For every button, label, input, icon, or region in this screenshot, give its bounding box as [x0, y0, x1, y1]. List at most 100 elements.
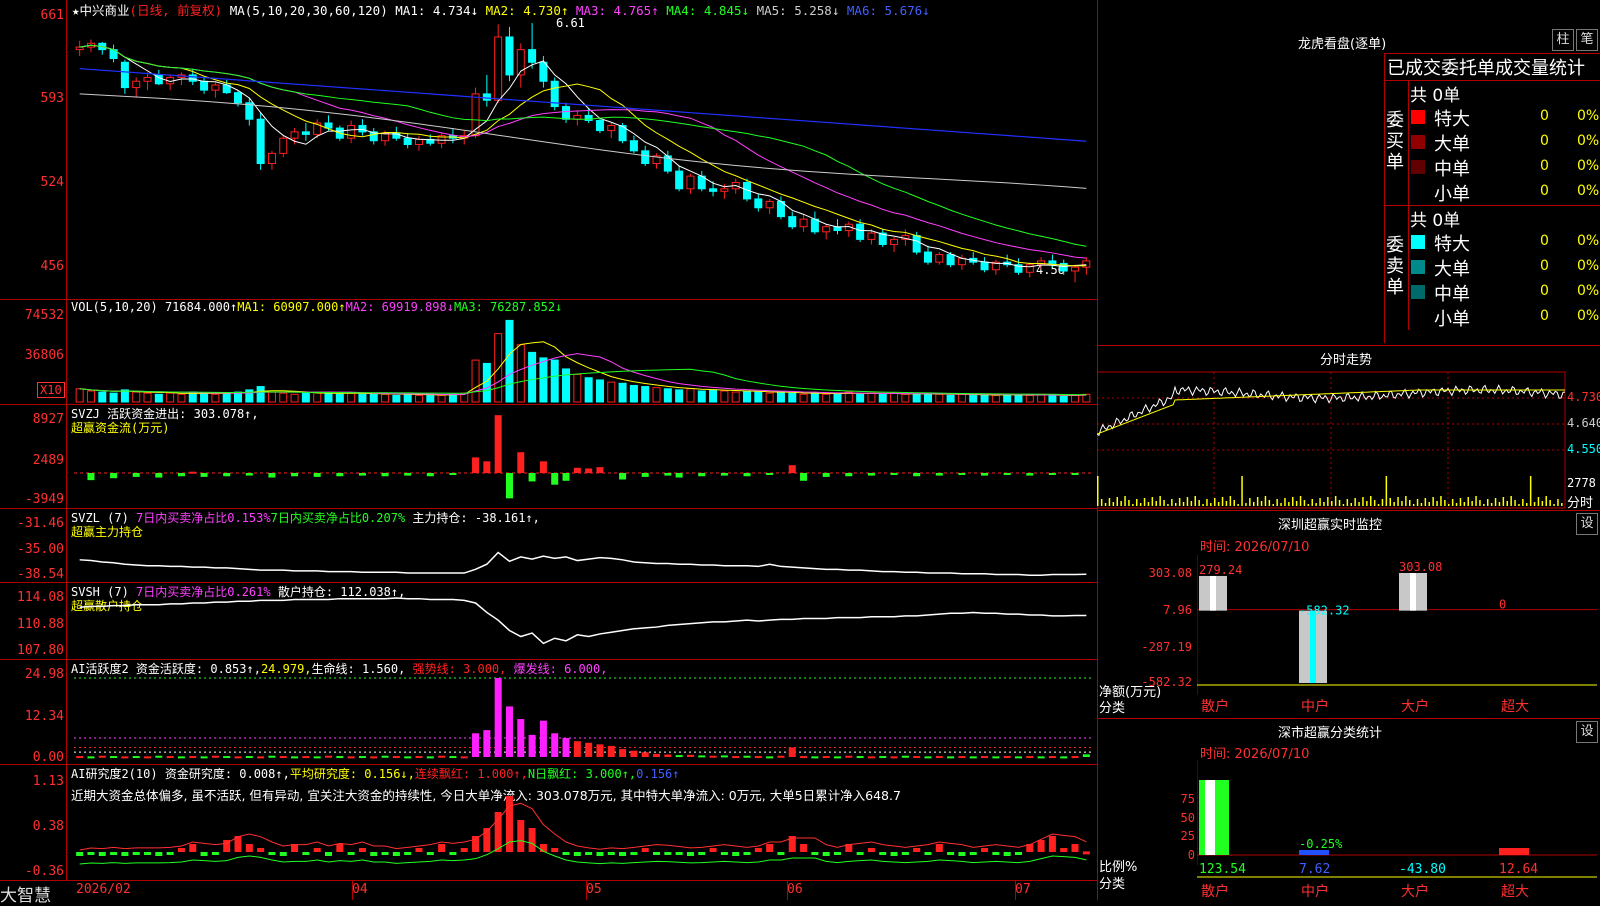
intraday-vol-bar [1397, 497, 1399, 506]
brand-logo[interactable]: 大智慧 [0, 881, 51, 906]
volume-bar [222, 392, 231, 403]
volume-bar [245, 389, 254, 403]
volume-bar [923, 392, 932, 403]
volume-bar [969, 394, 978, 403]
volume-bar [822, 393, 831, 403]
kline-charts[interactable] [0, 0, 1097, 880]
sz-y-tick: 303.08 [1148, 566, 1192, 580]
svzj-bar [223, 473, 231, 477]
ai1-bar [87, 756, 95, 759]
ai1-bar [144, 756, 152, 759]
svzj-bar [313, 473, 321, 477]
ai2-bar [155, 852, 163, 856]
ai2-bar [110, 852, 118, 855]
candle-body [562, 106, 571, 120]
volume-bar [912, 393, 921, 403]
volume-bar [629, 384, 638, 403]
ai2-bar [370, 852, 378, 856]
svzj-bar [528, 473, 536, 482]
order-percent: 0% [1577, 133, 1600, 149]
ai2-bar [1048, 836, 1056, 852]
ai1-bar [788, 747, 796, 757]
candle-body [1071, 266, 1080, 272]
sz-monitor-chart[interactable]: 279.24 散户 -582.32 中户 303.08 大户 0 超大 [1197, 555, 1597, 718]
volume-bar [471, 359, 480, 403]
svzj-bar [573, 467, 581, 473]
intraday-vol-bar [1132, 504, 1134, 506]
intraday-vol-bar [1479, 500, 1481, 506]
intraday-vol-bar [1303, 500, 1306, 506]
order-color-swatch [1411, 235, 1425, 249]
ai2-bar [87, 852, 95, 855]
cls-settings-button[interactable]: 设 [1576, 721, 1598, 743]
svzj-bar [1048, 473, 1056, 475]
svzj-bar [200, 473, 208, 477]
ai1-bar [539, 720, 547, 757]
volume-bar [75, 388, 84, 403]
ai1-bar [166, 756, 174, 759]
sz-settings-button[interactable]: 设 [1576, 513, 1598, 535]
x-tick: 04 [352, 882, 368, 897]
intraday-vol-bar [1295, 501, 1298, 506]
candle-body [675, 170, 684, 190]
intraday-vol-bar [1393, 502, 1395, 506]
intraday-vol-tick: 2778 [1567, 476, 1596, 490]
intraday-vol-bar [1260, 501, 1263, 506]
ai2-bar [664, 852, 672, 855]
intraday-vol-bar [1323, 502, 1325, 506]
sz-category: 大户 [1401, 698, 1429, 715]
volume-bar [120, 389, 129, 403]
volume-bar [1025, 394, 1034, 403]
svzj-bar [1026, 473, 1034, 476]
ai1-bar [291, 756, 299, 759]
intraday-tick: 4.550 [1567, 442, 1600, 456]
bar-view-button[interactable]: 柱 [1552, 29, 1574, 51]
intraday-chart[interactable] [1097, 370, 1567, 510]
volume-bar [810, 392, 819, 403]
intraday-vol-bar [1557, 499, 1559, 506]
sz-axis-label: 分类 [1099, 701, 1126, 716]
intraday-vol-bar [1256, 497, 1259, 506]
order-percent: 0% [1577, 108, 1600, 124]
volume-bar [290, 393, 299, 403]
volume-bar [494, 333, 503, 403]
volume-bar [1071, 394, 1080, 403]
ai2-bar [732, 852, 740, 856]
ai2-bar [709, 848, 717, 852]
volume-bar [550, 359, 559, 403]
ai2-bar [890, 852, 898, 856]
tick-view-button[interactable]: 笔 [1576, 29, 1598, 51]
ai1-bar [381, 755, 389, 758]
ma-line [79, 93, 1087, 189]
intraday-vol-bar [1455, 503, 1458, 506]
order-count: 0 [1540, 108, 1549, 124]
ai2-bar [1060, 848, 1068, 852]
svzj-bar [551, 473, 559, 485]
intraday-vol-bar [1561, 503, 1563, 506]
svzj-bar [110, 473, 118, 479]
ai1-bar [901, 755, 909, 758]
svzj-bar [1071, 473, 1079, 475]
ai2-bar [121, 852, 129, 856]
volume-bar [98, 391, 107, 403]
ai2-bar [686, 852, 694, 856]
intraday-vol-bar [1487, 499, 1489, 506]
ai1-bar [449, 756, 457, 759]
ai2-bar [1003, 852, 1011, 856]
candle-body [494, 36, 503, 101]
candle-body [980, 261, 989, 271]
cls-chart[interactable]: -0.25% 123.54 散户 7.62 中户 -43.80 大户 12.64 超大 [1197, 760, 1597, 900]
intraday-vol-bar [1510, 496, 1512, 506]
ai2-bar [981, 848, 989, 852]
order-count: 0 [1540, 133, 1549, 149]
sz-value-label: -582.32 [1299, 604, 1350, 618]
ai1-bar [856, 756, 864, 759]
x-tick: 05 [586, 882, 602, 897]
candle-body [810, 218, 819, 233]
intraday-vol-bar [1432, 497, 1434, 506]
intraday-vol-bar [1506, 501, 1508, 506]
svzj-bar [177, 473, 185, 477]
volume-bar [867, 392, 876, 403]
volume-bar [652, 387, 661, 403]
ma-line [79, 44, 1087, 267]
